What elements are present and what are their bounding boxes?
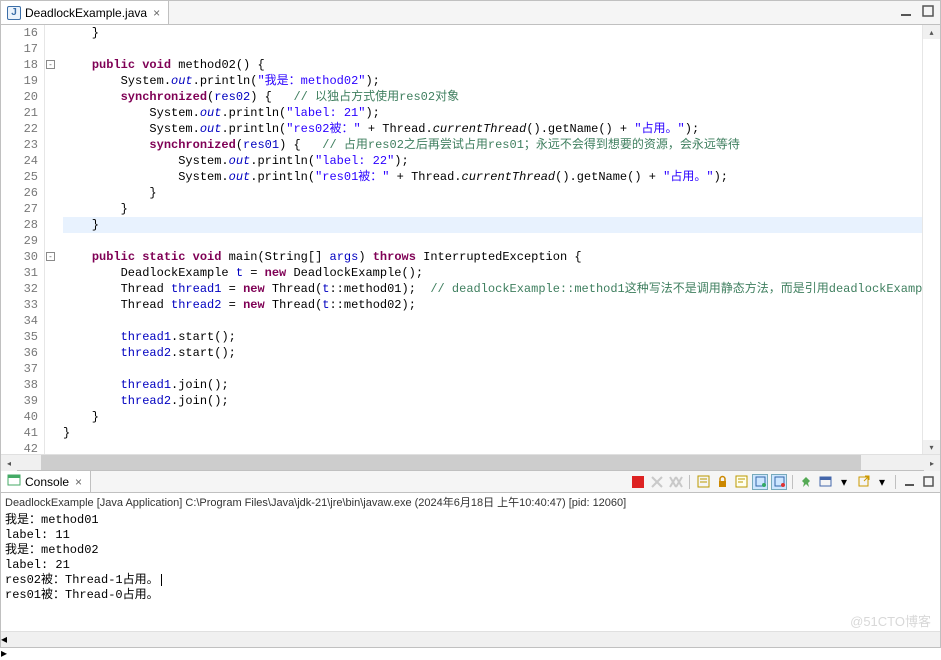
console-tab-label: Console bbox=[25, 475, 69, 489]
show-console-on-out-icon[interactable] bbox=[752, 474, 768, 490]
scroll-up-button[interactable]: ▴ bbox=[923, 25, 940, 39]
word-wrap-icon[interactable] bbox=[733, 474, 749, 490]
console-toolbar: ▾ ▾ bbox=[630, 474, 936, 490]
close-icon[interactable]: × bbox=[151, 6, 162, 20]
scrollbar-thumb[interactable] bbox=[41, 455, 861, 470]
show-console-on-err-icon[interactable] bbox=[771, 474, 787, 490]
maximize-icon[interactable] bbox=[920, 3, 936, 19]
minimize-icon[interactable] bbox=[901, 474, 917, 490]
scroll-left-button[interactable]: ◂ bbox=[1, 632, 940, 646]
scroll-lock-icon[interactable] bbox=[714, 474, 730, 490]
editor-horizontal-scrollbar[interactable]: ◂ ▸ bbox=[1, 454, 940, 470]
editor-pane: J DeadlockExample.java × 161718192021222… bbox=[1, 1, 940, 471]
console-tabbar: Console × ▾ ▾ bbox=[1, 471, 940, 493]
editor-tab[interactable]: J DeadlockExample.java × bbox=[1, 1, 169, 24]
console-pane: Console × ▾ ▾ bbox=[1, 471, 940, 647]
dropdown-chevron-icon[interactable]: ▾ bbox=[836, 474, 852, 490]
minimize-icon[interactable] bbox=[898, 3, 914, 19]
remove-launch-icon[interactable] bbox=[649, 474, 665, 490]
maximize-icon[interactable] bbox=[920, 474, 936, 490]
scroll-right-button[interactable]: ▸ bbox=[924, 455, 940, 471]
editor-body[interactable]: 1617181920212223242526272829303132333435… bbox=[1, 25, 940, 454]
console-tab[interactable]: Console × bbox=[1, 471, 91, 492]
terminate-icon[interactable] bbox=[630, 474, 646, 490]
console-output[interactable]: 我是：method01label: 11我是：method02label: 21… bbox=[1, 511, 940, 631]
editor-tabbar: J DeadlockExample.java × bbox=[1, 1, 940, 25]
open-console-icon[interactable] bbox=[855, 474, 871, 490]
scroll-left-button[interactable]: ◂ bbox=[1, 455, 17, 471]
editor-tab-filename: DeadlockExample.java bbox=[25, 6, 147, 20]
java-file-icon: J bbox=[7, 6, 21, 20]
scroll-down-button[interactable]: ▾ bbox=[923, 440, 940, 454]
pin-console-icon[interactable] bbox=[798, 474, 814, 490]
overview-ruler[interactable]: ▴ ▾ bbox=[922, 25, 940, 454]
line-number-gutter[interactable]: 1617181920212223242526272829303132333435… bbox=[1, 25, 45, 454]
remove-all-icon[interactable] bbox=[668, 474, 684, 490]
display-selected-console-icon[interactable] bbox=[817, 474, 833, 490]
dropdown-chevron-icon[interactable]: ▾ bbox=[874, 474, 890, 490]
scroll-right-button[interactable]: ▸ bbox=[1, 646, 940, 660]
clear-console-icon[interactable] bbox=[695, 474, 711, 490]
code-area[interactable]: } public void method02() { System.out.pr… bbox=[45, 25, 922, 454]
console-horizontal-scrollbar[interactable]: ◂ ▸ bbox=[1, 631, 940, 647]
close-icon[interactable]: × bbox=[73, 475, 84, 489]
console-launch-info: DeadlockExample [Java Application] C:\Pr… bbox=[1, 493, 940, 511]
console-icon bbox=[7, 473, 21, 490]
